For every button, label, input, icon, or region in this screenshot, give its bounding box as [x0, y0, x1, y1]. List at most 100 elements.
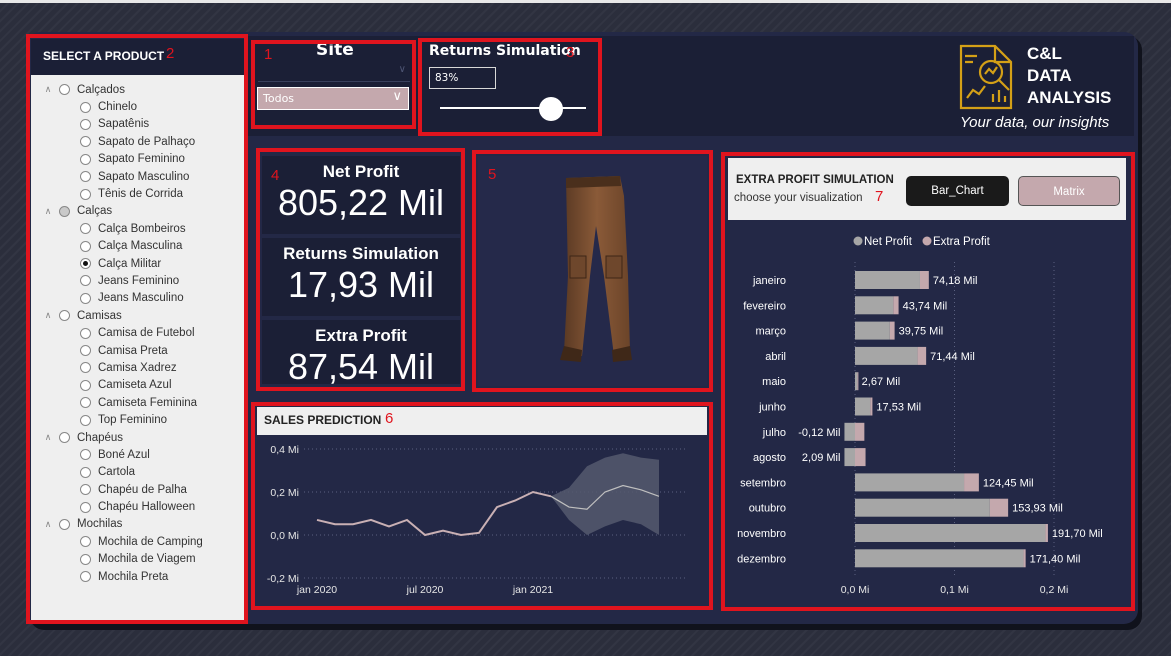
radio-button[interactable]	[80, 101, 91, 113]
net-profit-bar	[855, 397, 871, 416]
slicer-item[interactable]: Top Feminino	[31, 411, 245, 428]
radio-button[interactable]	[80, 379, 91, 391]
radio-button[interactable]	[80, 501, 91, 513]
returns-simulation-title: Returns Simulation	[429, 43, 581, 59]
chevron-up-icon[interactable]: ∧	[41, 84, 55, 95]
kpi-value: 805,22 Mil	[277, 182, 445, 223]
radio-button[interactable]	[80, 327, 91, 339]
extra-profit-bar	[964, 473, 979, 492]
slicer-item[interactable]: Sapato de Palhaço	[31, 133, 245, 150]
slicer-item[interactable]: Camiseta Azul	[31, 377, 245, 394]
y-tick-label: 0,0 Mi	[270, 530, 299, 542]
radio-button[interactable]	[80, 345, 91, 357]
extra-profit-title: EXTRA PROFIT SIMULATION	[736, 174, 894, 186]
bar-chart-button[interactable]: Bar_Chart	[906, 176, 1009, 206]
slicer-item[interactable]: Jeans Masculino	[31, 290, 245, 307]
slicer-item[interactable]: Tênis de Corrida	[31, 185, 245, 202]
chevron-up-icon[interactable]: ∧	[41, 432, 55, 443]
radio-button[interactable]	[80, 414, 91, 426]
slicer-item-label: Sapato Feminino	[98, 153, 185, 166]
extra-profit-bar	[919, 271, 929, 289]
slicer-item-label: Chapéu Halloween	[98, 501, 196, 514]
chevron-up-icon[interactable]: ∧	[41, 206, 55, 217]
category-label: fevereiro	[743, 300, 786, 312]
radio-button[interactable]	[80, 275, 91, 287]
slicer-category-label: Calçados	[77, 83, 125, 96]
slicer-item-label: Chapéu de Palha	[98, 483, 187, 496]
slicer-item[interactable]: Jeans Feminino	[31, 272, 245, 289]
badge-1: 1	[264, 46, 273, 63]
slicer-item-label: Camisa Xadrez	[98, 361, 177, 374]
radio-button[interactable]	[80, 136, 91, 148]
returns-value-input[interactable]: 83%	[429, 67, 496, 89]
extra-profit-bar	[855, 422, 865, 441]
radio-button[interactable]	[80, 223, 91, 235]
badge-5: 5	[488, 166, 497, 183]
legend-marker-extra-profit	[922, 236, 932, 246]
slicer-item[interactable]: Cartola	[31, 464, 245, 481]
kpi-returns-simulation: Returns Simulation 17,93 Mil	[262, 238, 460, 316]
radio-button[interactable]	[59, 310, 70, 322]
radio-button[interactable]	[80, 449, 91, 461]
returns-slider-track[interactable]	[440, 107, 586, 109]
slicer-item[interactable]: Mochila de Camping	[31, 533, 245, 550]
slicer-item[interactable]: Camisa Preta	[31, 342, 245, 359]
slicer-item[interactable]: Boné Azul	[31, 446, 245, 463]
x-tick-label: jan 2021	[512, 584, 553, 596]
data-label: 2,09 Mil	[802, 452, 841, 464]
data-label: 39,75 Mil	[899, 326, 944, 338]
slicer-item[interactable]: Sapato Feminino	[31, 151, 245, 168]
slicer-item-label: Camisa Preta	[98, 344, 168, 357]
data-label: 2,67 Mil	[862, 376, 901, 388]
radio-button[interactable]	[80, 362, 91, 374]
radio-button[interactable]	[59, 518, 70, 530]
product-slicer: SELECT A PRODUCT ∧ Calçados Chinelo Sapatên…	[31, 39, 245, 621]
site-dropdown[interactable]: Todos ∨	[257, 87, 409, 110]
radio-button[interactable]	[80, 188, 91, 200]
slicer-item[interactable]: Calça Bombeiros	[31, 220, 245, 237]
matrix-button[interactable]: Matrix	[1018, 176, 1120, 206]
radio-button[interactable]	[80, 466, 91, 478]
slicer-item[interactable]: Calça Militar	[31, 255, 245, 272]
radio-button[interactable]	[80, 118, 91, 130]
radio-button[interactable]	[80, 536, 91, 548]
badge-7: 7	[875, 188, 884, 205]
slicer-category-0[interactable]: ∧ Calçados	[31, 81, 245, 98]
extra-profit-bar	[889, 321, 895, 340]
radio-button[interactable]	[80, 240, 91, 252]
radio-button[interactable]	[59, 432, 70, 443]
slicer-item[interactable]: Camisa de Futebol	[31, 324, 245, 341]
returns-slider-handle[interactable]	[539, 97, 564, 121]
slicer-item[interactable]: Camiseta Feminina	[31, 394, 245, 411]
slicer-item[interactable]: Sapato Masculino	[31, 168, 245, 185]
slicer-item-label: Calça Masculina	[98, 240, 183, 253]
slicer-item[interactable]: Chinelo	[31, 98, 245, 115]
slicer-item-label: Tênis de Corrida	[98, 188, 184, 201]
net-profit-bar	[855, 321, 890, 340]
radio-button[interactable]	[59, 205, 70, 217]
slicer-item[interactable]: Chapéu de Palha	[31, 481, 245, 498]
radio-button[interactable]	[80, 292, 91, 304]
slicer-category-4[interactable]: ∧ Mochilas	[31, 516, 245, 533]
slicer-item[interactable]: Sapatênis	[31, 116, 245, 133]
radio-button[interactable]	[59, 84, 70, 96]
slicer-item[interactable]: Camisa Xadrez	[31, 359, 245, 376]
radio-button[interactable]	[80, 397, 91, 409]
slicer-category-2[interactable]: ∧ Camisas	[31, 307, 245, 324]
slicer-item[interactable]: Mochila de Viagem	[31, 551, 245, 568]
chevron-up-icon[interactable]: ∧	[41, 519, 55, 530]
radio-button[interactable]	[80, 171, 91, 183]
slicer-item[interactable]: Calça Masculina	[31, 238, 245, 255]
slicer-item-label: Top Feminino	[98, 414, 168, 427]
radio-button[interactable]	[80, 153, 91, 165]
category-label: janeiro	[752, 275, 786, 287]
slicer-category-3[interactable]: ∧ Chapéus	[31, 429, 245, 446]
radio-button[interactable]	[80, 571, 91, 583]
chevron-up-icon[interactable]: ∧	[41, 310, 55, 321]
slicer-category-1[interactable]: ∧ Calças	[31, 203, 245, 220]
slicer-item[interactable]: Chapéu Halloween	[31, 498, 245, 515]
slicer-item[interactable]: Mochila Preta	[31, 568, 245, 585]
radio-button[interactable]	[80, 258, 91, 270]
radio-button[interactable]	[80, 553, 91, 565]
radio-button[interactable]	[80, 484, 91, 496]
